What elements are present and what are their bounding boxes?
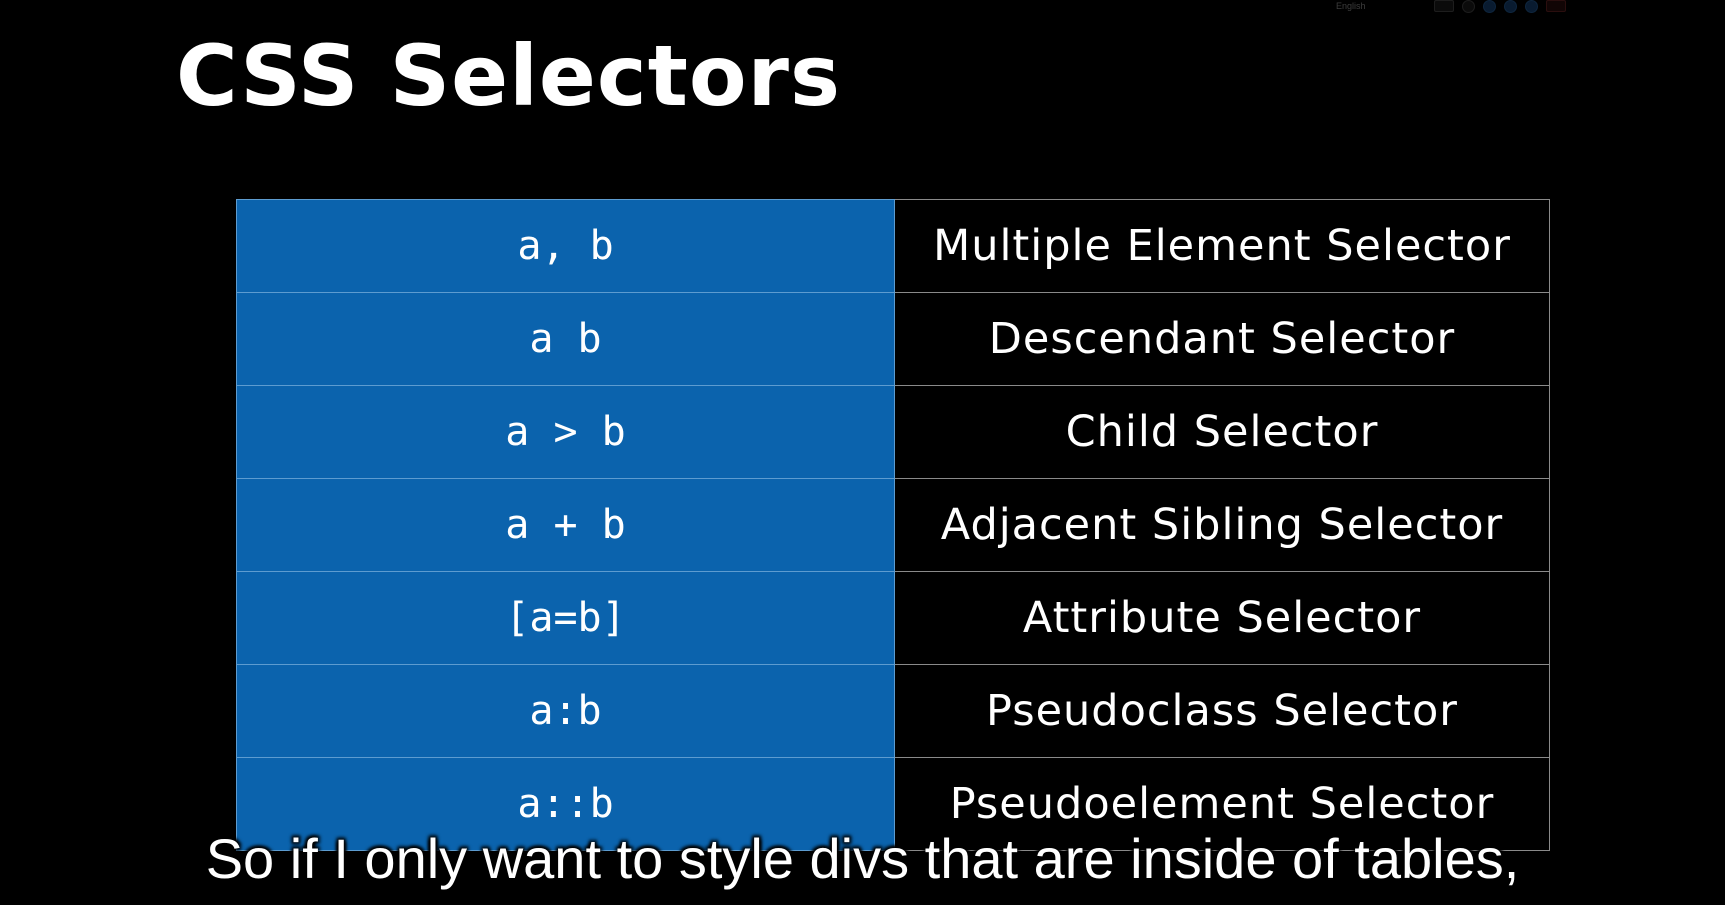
- description-cell: Adjacent Sibling Selector: [894, 478, 1550, 572]
- selector-cell: [a=b]: [236, 571, 895, 665]
- table-row: [a=b] Attribute Selector: [236, 571, 1550, 665]
- speed-icon[interactable]: [1504, 0, 1517, 13]
- description-cell: Descendant Selector: [894, 292, 1550, 386]
- language-selector[interactable]: English: [1336, 1, 1426, 11]
- description-cell: Multiple Element Selector: [894, 199, 1550, 293]
- table-row: a b Descendant Selector: [236, 292, 1550, 386]
- description-cell: Pseudoclass Selector: [894, 664, 1550, 758]
- player-toolbar: English: [1306, 0, 1646, 13]
- table-row: a > b Child Selector: [236, 385, 1550, 479]
- selector-cell: a + b: [236, 478, 895, 572]
- table-row: a, b Multiple Element Selector: [236, 199, 1550, 293]
- close-icon[interactable]: [1546, 0, 1566, 12]
- slide-title: CSS Selectors: [176, 27, 841, 125]
- selectors-table: a, b Multiple Element Selector a b Desce…: [236, 199, 1550, 851]
- captions-icon[interactable]: [1434, 0, 1454, 12]
- selector-cell: a b: [236, 292, 895, 386]
- record-icon[interactable]: [1462, 0, 1475, 13]
- selector-cell: a:b: [236, 664, 895, 758]
- info-icon[interactable]: [1525, 0, 1538, 13]
- settings-icon[interactable]: [1483, 0, 1496, 13]
- table-row: a:b Pseudoclass Selector: [236, 664, 1550, 758]
- description-cell: Attribute Selector: [894, 571, 1550, 665]
- selector-cell: a, b: [236, 199, 895, 293]
- selector-cell: a > b: [236, 385, 895, 479]
- table-row: a + b Adjacent Sibling Selector: [236, 478, 1550, 572]
- video-subtitle: So if I only want to style divs that are…: [205, 827, 1520, 890]
- description-cell: Child Selector: [894, 385, 1550, 479]
